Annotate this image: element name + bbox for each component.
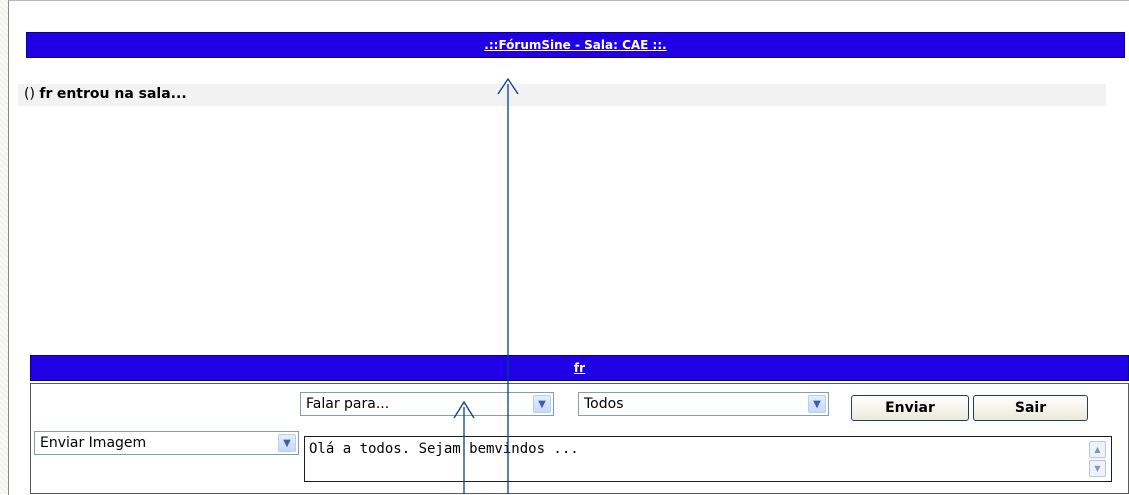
annotation-arrows <box>453 77 519 494</box>
